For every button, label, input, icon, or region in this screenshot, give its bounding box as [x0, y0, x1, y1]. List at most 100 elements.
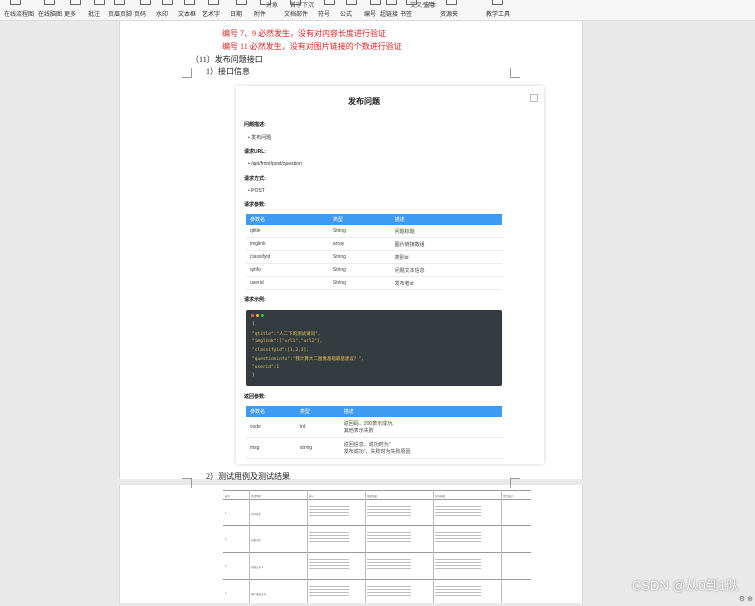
code-line: "userid":1 [252, 364, 280, 370]
url-label: 请求URL: [244, 149, 266, 155]
api-title: 发布问题 [348, 97, 380, 106]
red-note-line-1: 编号 7、9 必然发生，没有对内容长度进行验证 [222, 29, 386, 38]
toolbar-label: 教学工具 [486, 12, 511, 18]
table-cell: msg [246, 437, 296, 459]
table-cell: 图片链接数组 [390, 237, 502, 251]
toolbar-label: 附件 [254, 12, 267, 18]
red-note-line-2: 编号 11 必然发生，没有对图片链接的个数进行验证 [222, 42, 402, 51]
mini-case-label: 正常发布 [251, 513, 262, 516]
toolbar-label: 在线流程图 [4, 12, 35, 18]
method-value: • POST [248, 188, 265, 194]
toolbar-label: 批注 [88, 12, 101, 18]
params-header-cell: 参数名 [246, 214, 329, 225]
test-case-table-image: 编号 测试用例 输入 期望结果 实际结果 是否通过 1 正常发布 2 标题为空 3 标题过长 9 4 图片… [223, 490, 531, 603]
expand-icon [530, 94, 538, 102]
page-corner-mark [182, 68, 192, 78]
params-label: 请求参数: [244, 202, 266, 208]
code-line: "questioninfo":"我计算大二图像基础最基建议？", [252, 357, 364, 362]
toolbar-label: 公式 [340, 12, 353, 18]
toolbar-label: 水印 [156, 12, 169, 18]
mini-table-column-line [249, 490, 250, 603]
mini-table-column-line [365, 490, 366, 603]
toolbar-label: 页眉页脚 [108, 12, 133, 18]
toolbar-label: 页码 [134, 12, 147, 18]
url-text: /api/front/post/question [251, 161, 302, 167]
params-header-cell: 类型 [328, 214, 391, 225]
toolbar-sub-item[interactable]: 首字下沉 [290, 0, 314, 9]
mini-row-number: 1 [225, 512, 227, 515]
resource-icon [446, 0, 457, 5]
returns-header-cell: 类型 [295, 406, 340, 417]
params-header-cell: 描述 [390, 214, 502, 225]
subheading-test-cases: 2）测试用例及测试结果 [206, 472, 290, 481]
more-icon [70, 0, 81, 5]
table-cell: userid [246, 276, 329, 290]
mini-table-row: 4 图片链接过多 [223, 579, 531, 606]
toolbar-label: 资源夹 [440, 12, 459, 18]
table-cell: imglink [246, 237, 329, 251]
return-label: 返回参数: [244, 394, 266, 400]
code-line: "imglink":["url1","url2"], [252, 339, 323, 344]
header-footer-icon [114, 0, 125, 5]
table-cell: String [328, 250, 391, 264]
toolbar-label: 超链接 [380, 12, 399, 18]
mini-table-row: 1 正常发布 [223, 499, 531, 526]
watermark-icon [162, 0, 173, 5]
mini-cell-text-block [309, 584, 349, 598]
csdn-watermark: CSDN @从0到1队 [631, 578, 739, 593]
mini-table-column-line [433, 490, 434, 603]
toolbar-label: 日期 [230, 12, 243, 18]
table-row: imglink array 图片链接数组 [246, 237, 502, 251]
toolbar-label: 在线脑图 [38, 12, 63, 18]
code-line: { [252, 322, 255, 327]
flowchart-icon [10, 0, 21, 5]
desc-line: 返回码，200表示成功, [343, 421, 394, 427]
document-scroll-area[interactable]: 编号 7、9 必然发生，没有对内容长度进行验证 编号 11 必然发生，没有对图片… [0, 21, 755, 603]
toolbar-sub-item[interactable]: 窗体 [424, 0, 436, 9]
table-cell: classifyid [246, 250, 329, 264]
zoom-icon[interactable]: ⊕ [747, 596, 753, 603]
mini-table-row: 2 标题为空 [223, 525, 531, 552]
table-cell: String [328, 263, 391, 277]
code-line: "qtitle":"人二下的测试请问", [252, 331, 321, 337]
example-label: 请求示例: [244, 297, 266, 303]
mini-table-row: 3 标题过长 9 [223, 552, 531, 579]
hyperlink-icon [386, 0, 397, 5]
method-text: POST [251, 188, 265, 194]
table-cell: qtitle [246, 225, 329, 238]
settings-icon[interactable]: ⚙ [739, 596, 745, 603]
api-doc-image: 发布问题 问题描述: • 发布问题 请求URL: • /api/front/po… [236, 86, 544, 464]
table-row: qtitle String 问题标题 [246, 225, 502, 238]
document-page-1: 编号 7、9 必然发生，没有对内容长度进行验证 编号 11 必然发生，没有对图片… [119, 21, 583, 481]
table-row: classifyid String 类别id [246, 250, 502, 264]
table-cell: code [246, 417, 296, 438]
mini-case-label: 标题为空 [251, 539, 262, 542]
window-dot-red [251, 314, 254, 317]
mini-cell-text-block [435, 530, 481, 544]
description-value: • 发布问题 [248, 135, 272, 141]
code-line: } [252, 373, 255, 378]
table-cell: qinfo [246, 263, 329, 277]
mini-cell-text-block [367, 557, 411, 571]
returns-table: 参数名 类型 描述 code int 返回码，200表示成功, 其他表示失败 msg stri… [246, 406, 502, 459]
mini-header-cell: 期望结果 [367, 495, 378, 498]
ribbon-toolbar: 在线流程图 在线脑图 更多 批注 页眉页脚 页码 水印 文本框 艺术字 日期 附件 文档部件 符号 公式 编… [0, 0, 755, 21]
desc-line: 发布成功"，失败时为失败原因 [343, 449, 411, 455]
page-number-icon [140, 0, 151, 5]
symbol-icon [324, 0, 335, 5]
date-icon [236, 0, 247, 5]
params-table: 参数名 类型 描述 qtitle String 问题标题 imglink array 图片链接… [246, 214, 502, 290]
toolbar-label: 符号 [318, 12, 331, 18]
mini-cell-text-block [435, 557, 481, 571]
toolbar-label: 艺术字 [202, 12, 221, 18]
returns-header-cell: 描述 [339, 406, 502, 417]
table-row: userid String 发布者id [246, 276, 502, 290]
window-dot-yellow [256, 314, 259, 317]
numbering-icon [370, 0, 381, 5]
mini-cell-text-block [309, 504, 349, 518]
table-row: msg string 返回信息，成功时为" 发布成功"，失败时为失败原因 [246, 437, 502, 459]
section-heading: （11）发布问题接口 [191, 55, 263, 64]
toolbar-sub-item[interactable]: 对象 [266, 0, 278, 9]
table-cell: String [328, 276, 391, 290]
desc-line: 其他表示失败 [343, 428, 374, 434]
